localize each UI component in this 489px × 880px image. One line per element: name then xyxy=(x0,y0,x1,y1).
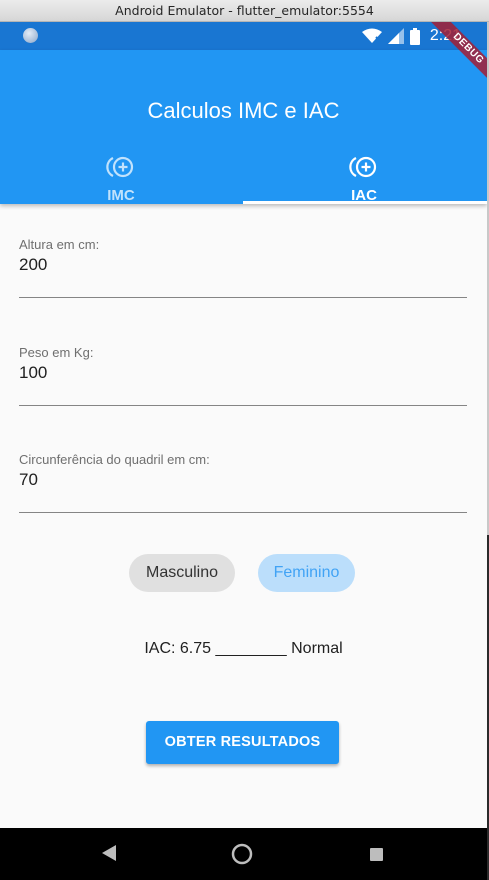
hip-circumference-field[interactable]: Circunferência do quadril em cm: 70 xyxy=(19,452,467,513)
emulator-window-title: Android Emulator - flutter_emulator:5554 xyxy=(0,0,489,22)
hip-circumference-label: Circunferência do quadril em cm: xyxy=(19,452,210,467)
window-title-text: Android Emulator - flutter_emulator:5554 xyxy=(115,3,374,18)
battery-icon xyxy=(409,27,420,45)
hip-circumference-value[interactable]: 70 xyxy=(19,470,38,490)
app-bar: Calculos IMC e IAC IMC IAC xyxy=(0,50,487,204)
device-screen: 2:21 Calculos IMC e IAC IMC IAC DEBUG Al… xyxy=(0,22,487,880)
height-label: Altura em cm: xyxy=(19,237,100,252)
status-bar: 2:21 xyxy=(0,22,487,50)
weight-field[interactable]: Peso em Kg: 100 xyxy=(19,345,467,406)
add-circle-icon xyxy=(106,156,134,178)
height-value[interactable]: 200 xyxy=(19,255,47,275)
weight-label: Peso em Kg: xyxy=(19,345,94,360)
height-field[interactable]: Altura em cm: 200 xyxy=(19,237,467,298)
gender-female-chip[interactable]: Feminino xyxy=(258,554,355,592)
home-icon[interactable] xyxy=(231,843,253,865)
weight-value[interactable]: 100 xyxy=(19,363,47,383)
add-circle-icon xyxy=(349,156,377,178)
wifi-icon xyxy=(361,28,382,43)
tab-imc[interactable]: IMC xyxy=(0,150,242,204)
navigation-bar xyxy=(0,828,487,880)
notification-icon xyxy=(23,28,38,43)
app-title: Calculos IMC e IAC xyxy=(147,98,340,123)
tab-indicator xyxy=(243,201,487,204)
back-icon[interactable] xyxy=(101,844,117,862)
signal-icon xyxy=(387,28,404,44)
tab-imc-label: IMC xyxy=(107,187,135,204)
result-text: IAC: 6.75 ________ Normal xyxy=(144,640,343,657)
gender-male-chip[interactable]: Masculino xyxy=(129,554,235,592)
recents-icon[interactable] xyxy=(370,848,383,861)
get-results-button[interactable]: OBTER RESULTADOS xyxy=(146,721,339,764)
tab-iac[interactable]: IAC xyxy=(243,150,485,204)
